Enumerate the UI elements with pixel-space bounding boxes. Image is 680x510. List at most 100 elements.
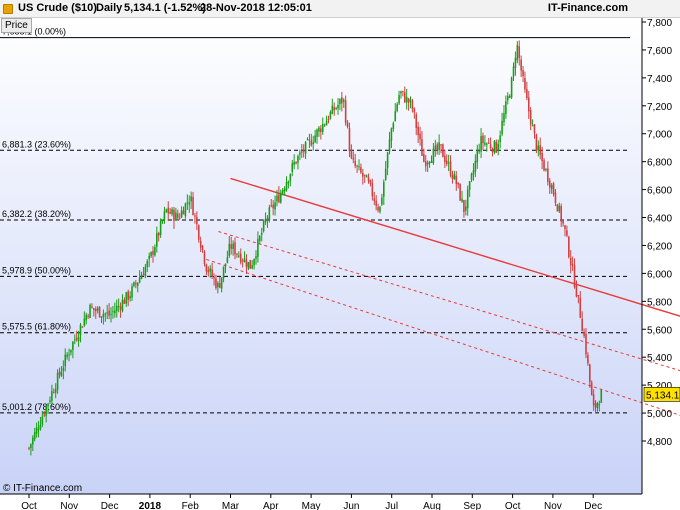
candle-body — [54, 388, 57, 393]
x-tick-label: Sep — [463, 501, 481, 510]
candle-body — [154, 247, 156, 256]
candle-body — [127, 291, 129, 300]
candle-body — [449, 161, 452, 176]
candle-body — [346, 122, 349, 128]
x-tick-label: Jul — [385, 501, 398, 510]
candle-body — [592, 394, 595, 406]
candle-body — [522, 70, 524, 77]
candle-body — [423, 154, 425, 162]
instrument-title: US Crude ($10) — [18, 2, 97, 14]
candle-body — [93, 307, 95, 311]
x-tick-label: Aug — [423, 501, 441, 510]
candle-body — [125, 292, 128, 304]
candle-body — [524, 78, 526, 90]
candle-body — [85, 315, 88, 321]
candle-body — [159, 221, 162, 236]
candle-body — [43, 414, 46, 416]
candle-body — [213, 277, 215, 279]
candle-body — [83, 318, 86, 326]
candle-body — [45, 405, 47, 416]
candle-body — [119, 306, 122, 310]
candle-body — [489, 144, 492, 149]
candle-body — [529, 109, 532, 125]
candle-body — [461, 198, 463, 202]
candle-body — [337, 104, 339, 109]
candle-body — [310, 140, 313, 146]
candle-body — [518, 46, 521, 58]
candle-body — [451, 175, 454, 180]
candle-body — [192, 197, 194, 215]
candle-body — [373, 198, 376, 201]
candle-body — [249, 260, 252, 269]
candle-body — [390, 128, 393, 141]
candle-body — [392, 123, 395, 129]
candle-body — [91, 306, 93, 308]
candle-body — [49, 400, 51, 402]
candle-body — [121, 299, 124, 311]
candle-body — [142, 274, 145, 276]
candle-body — [96, 308, 99, 311]
candle-body — [455, 175, 458, 185]
candle-body — [156, 233, 158, 247]
candle-body — [106, 312, 109, 314]
candle-body — [148, 255, 150, 260]
candle-body — [268, 207, 271, 220]
y-tick-label: 5,600 — [647, 325, 672, 336]
candle-body — [383, 181, 385, 197]
candle-body — [463, 200, 465, 213]
candle-body — [527, 97, 530, 112]
candle-body — [453, 173, 456, 180]
fib-label: 5,978.9 (50.00%) — [2, 265, 71, 275]
period-label[interactable]: Daily — [96, 2, 122, 14]
x-tick-label: 2018 — [139, 501, 162, 510]
y-tick-label: 5,400 — [647, 353, 672, 364]
candle-body — [339, 99, 341, 105]
candle-body — [222, 266, 225, 279]
fib-label: 5,001.2 (78.60%) — [2, 402, 71, 412]
candle-body — [285, 182, 288, 191]
candle-body — [445, 160, 448, 165]
candle-body — [94, 309, 97, 312]
candle-body — [312, 142, 315, 145]
candle-body — [583, 332, 585, 336]
candle-body — [581, 318, 583, 332]
candle-body — [279, 192, 282, 203]
candle-body — [398, 95, 400, 104]
candle-body — [415, 114, 418, 128]
y-axis: 4,8005,0005,2005,4005,6005,8006,0006,200… — [641, 18, 680, 494]
candle-body — [589, 364, 591, 383]
candle-body — [136, 282, 139, 286]
candle-body — [308, 139, 311, 141]
y-tick-label: 7,200 — [647, 102, 672, 113]
candle-body — [386, 152, 389, 168]
x-tick-label: Oct — [21, 501, 37, 510]
y-tick-label: 7,400 — [647, 74, 672, 85]
candle-body — [394, 111, 397, 122]
candle-body — [203, 251, 206, 264]
candle-body — [526, 89, 528, 99]
candle-body — [478, 150, 480, 152]
candle-body — [369, 180, 372, 184]
candle-body — [516, 45, 519, 61]
candle-body — [104, 313, 107, 315]
candle-body — [325, 120, 328, 126]
candle-body — [491, 148, 494, 153]
candle-body — [566, 230, 568, 236]
candle-body — [503, 113, 505, 123]
candle-body — [360, 167, 362, 173]
candle-body — [571, 264, 574, 266]
candle-body — [596, 402, 599, 409]
candle-body — [257, 238, 259, 257]
candle-body — [108, 310, 110, 316]
x-tick-label: Dec — [584, 501, 602, 510]
candle-body — [371, 183, 374, 197]
candle-body — [543, 160, 545, 171]
candle-body — [585, 334, 587, 355]
candle-body — [552, 183, 555, 195]
candle-body — [327, 118, 330, 121]
candle-body — [224, 263, 227, 267]
candle-body — [497, 143, 500, 151]
chart-root: 7,688.1 (0.00%) 6,881.3 (23.60%) 6,382.2 (… — [0, 0, 680, 510]
candle-body — [41, 416, 44, 425]
candle-body — [262, 221, 265, 232]
